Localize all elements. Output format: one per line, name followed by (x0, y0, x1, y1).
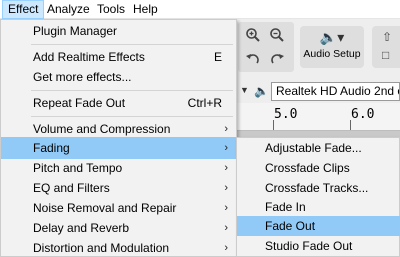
submenu-item-studio-fade-out[interactable]: Studio Fade Out (237, 236, 400, 256)
menu-item-label: Fading (33, 141, 70, 155)
menu-item-plugin-manager[interactable]: Plugin Manager (1, 20, 236, 42)
chevron-right-icon: › (224, 242, 228, 254)
submenu-item-fade-out[interactable]: Fade Out (237, 216, 400, 236)
menu-item-noise-removal-and-repair[interactable]: Noise Removal and Repair › (1, 197, 236, 219)
menu-bar: Effect Analyze Tools Help (0, 0, 400, 19)
submenu-item-adjustable-fade[interactable]: Adjustable Fade... (237, 138, 400, 158)
menu-item-label: Repeat Fade Out (33, 96, 126, 110)
zoom-in-icon[interactable] (242, 24, 264, 46)
menu-item-shortcut: Ctrl+R (187, 96, 222, 110)
upload-icon: ⇧ (382, 30, 393, 44)
menu-item-eq-and-filters[interactable]: EQ and Filters › (1, 177, 236, 199)
menu-separator (31, 116, 233, 117)
upload-icon-lower: □ (382, 48, 390, 62)
playback-device-select[interactable]: Realtek HD Audio 2nd out (271, 82, 400, 101)
undo-icon[interactable] (242, 48, 264, 70)
menu-item-label: Pitch and Tempo (33, 161, 123, 175)
menu-item-shortcut: E (213, 50, 222, 64)
menu-item-add-realtime-effects[interactable]: Add Realtime Effects E (1, 46, 236, 68)
menu-separator (31, 90, 233, 91)
speaker-dropdown-icon: 🔈▾ (319, 29, 345, 45)
chevron-right-icon: › (224, 222, 228, 234)
menu-item-label: EQ and Filters (33, 181, 110, 195)
ruler-tick (273, 120, 274, 130)
menu-tools[interactable]: Tools (92, 0, 130, 19)
audio-setup-label: Audio Setup (303, 48, 361, 60)
submenu-item-fade-in[interactable]: Fade In (237, 197, 400, 217)
submenu-item-crossfade-clips[interactable]: Crossfade Clips (237, 158, 400, 178)
menu-item-repeat-fade-out[interactable]: Repeat Fade Out Ctrl+R (1, 92, 236, 114)
menu-effect[interactable]: Effect (2, 0, 45, 19)
timeline-ruler[interactable]: 5.0 6.0 (237, 103, 400, 131)
zoom-out-icon[interactable] (266, 24, 288, 46)
menu-item-distortion-and-modulation[interactable]: Distortion and Modulation › (1, 237, 236, 257)
share-audio-button[interactable]: ⇧ □ (372, 26, 400, 68)
ruler-label: 5.0 (274, 107, 298, 122)
menu-analyze[interactable]: Analyze (42, 0, 95, 19)
ruler-tick (350, 120, 351, 130)
menu-item-pitch-and-tempo[interactable]: Pitch and Tempo › (1, 157, 236, 179)
menu-item-fading[interactable]: Fading › (1, 137, 236, 159)
zoom-tools-group (238, 22, 294, 72)
menu-item-get-more-effects[interactable]: Get more effects... (1, 66, 236, 88)
menu-item-label: Distortion and Modulation (33, 241, 170, 255)
chevron-right-icon: › (224, 202, 228, 214)
menu-separator (31, 44, 233, 45)
menu-item-label: Noise Removal and Repair (33, 201, 177, 215)
menu-item-label: Add Realtime Effects (33, 50, 145, 64)
audio-setup-button[interactable]: 🔈▾ Audio Setup (300, 26, 364, 68)
chevron-right-icon: › (224, 182, 228, 194)
menu-item-label: Delay and Reverb (33, 221, 130, 235)
menu-item-label: Get more effects... (33, 70, 132, 84)
redo-icon[interactable] (266, 48, 288, 70)
effect-menu: Plugin Manager Add Realtime Effects E Get… (0, 19, 237, 257)
speaker-icon: 🔈 (254, 84, 269, 98)
menu-item-label: Volume and Compression (33, 122, 171, 136)
chevron-down-icon[interactable]: ▼ (240, 85, 249, 95)
fading-submenu: Adjustable Fade... Crossfade Clips Cross… (236, 137, 400, 257)
chevron-right-icon: › (224, 142, 228, 154)
menu-item-delay-and-reverb[interactable]: Delay and Reverb › (1, 217, 236, 239)
menu-item-label: Plugin Manager (33, 24, 118, 38)
ruler-label: 6.0 (351, 107, 375, 122)
submenu-item-crossfade-tracks[interactable]: Crossfade Tracks... (237, 178, 400, 198)
chevron-right-icon: › (224, 162, 228, 174)
menu-help[interactable]: Help (128, 0, 163, 19)
